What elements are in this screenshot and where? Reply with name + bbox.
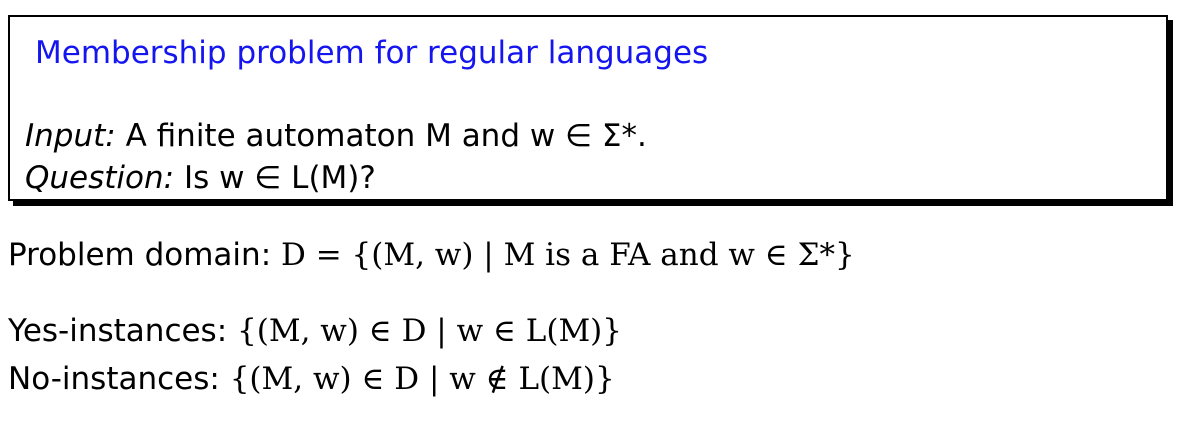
no-instances-line: No-instances: {(M, w) ∈ D | w ∉ L(M)} xyxy=(8,364,615,395)
question-text: Is w ∈ L(M)? xyxy=(183,160,376,196)
input-label: Input: xyxy=(25,118,116,154)
yes-instances-formula: {(M, w) ∈ D | w ∈ L(M)} xyxy=(237,313,623,349)
question-label: Question: xyxy=(25,160,175,196)
problem-domain-formula: D = {(M, w) | M is a FA and w ∈ Σ*} xyxy=(281,237,855,273)
no-instances-label: No-instances: xyxy=(8,361,220,397)
definition-box: Membership problem for regular languages… xyxy=(8,15,1168,201)
problem-domain-label: Problem domain: xyxy=(8,237,272,273)
yes-instances-line: Yes-instances: {(M, w) ∈ D | w ∈ L(M)} xyxy=(8,316,622,347)
box-title: Membership problem for regular languages xyxy=(35,35,709,71)
input-line: Input: A finite automaton M and w ∈ Σ*. xyxy=(25,121,647,152)
question-line: Question: Is w ∈ L(M)? xyxy=(25,163,376,194)
problem-domain-line: Problem domain: D = {(M, w) | M is a FA … xyxy=(8,240,855,271)
yes-instances-label: Yes-instances: xyxy=(8,313,228,349)
input-text: A finite automaton M and w ∈ Σ*. xyxy=(125,118,647,154)
no-instances-formula: {(M, w) ∈ D | w ∉ L(M)} xyxy=(229,361,615,397)
